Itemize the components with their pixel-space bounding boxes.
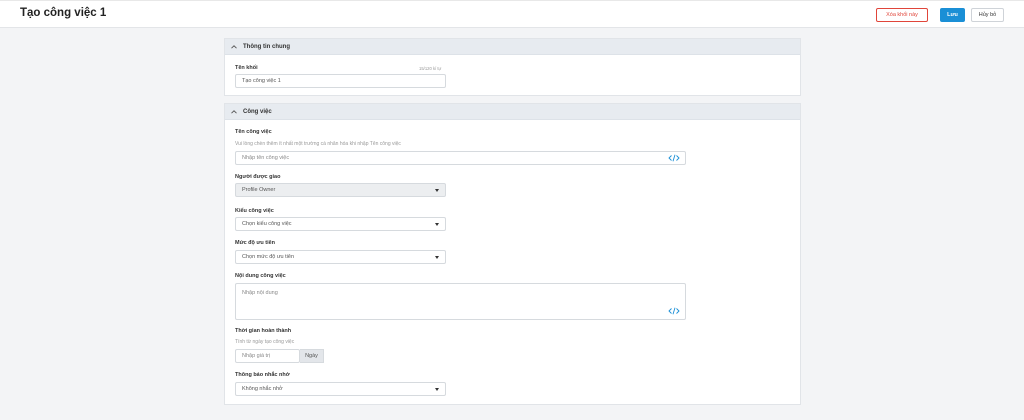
chevron-up-icon <box>231 109 237 114</box>
assignee-value: Profile Owner <box>242 187 276 193</box>
caret-down-icon <box>435 189 439 192</box>
task-name-hint: Vui lòng chèn thêm ít nhất một trường cá… <box>235 141 401 147</box>
delete-block-button[interactable]: Xóa khối này <box>876 8 928 22</box>
code-icon[interactable] <box>668 307 680 315</box>
content-placeholder: Nhập nội dung <box>242 290 278 296</box>
priority-select[interactable]: Chọn mức độ ưu tiên <box>235 250 446 264</box>
reminder-value: Không nhắc nhở <box>242 386 283 392</box>
caret-down-icon <box>435 256 439 259</box>
task-name-label: Tên công việc <box>235 129 272 135</box>
task-name-input[interactable]: Nhập tên công việc <box>235 151 686 165</box>
section-title: Công việc <box>243 108 272 115</box>
task-header[interactable]: Công việc <box>225 104 800 120</box>
deadline-unit: Ngày <box>300 349 324 363</box>
assignee-label: Người được giao <box>235 174 281 180</box>
task-panel: Công việc Tên công việc Vui lòng chèn th… <box>224 103 801 405</box>
priority-label: Mức độ ưu tiên <box>235 240 276 246</box>
chevron-up-icon <box>231 44 237 49</box>
code-icon[interactable] <box>668 154 680 162</box>
block-name-value: Tạo công việc 1 <box>242 78 281 84</box>
cancel-button[interactable]: Hủy bỏ <box>971 8 1004 22</box>
deadline-label: Thời gian hoàn thành <box>235 328 292 334</box>
general-info-panel: Thông tin chung Tên khối 15/120 kí tự Tạ… <box>224 38 801 96</box>
block-name-label: Tên khối <box>235 65 258 71</box>
reminder-select[interactable]: Không nhắc nhở <box>235 382 446 396</box>
caret-down-icon <box>435 223 439 226</box>
priority-placeholder: Chọn mức độ ưu tiên <box>242 254 295 260</box>
deadline-hint: Tính từ ngày tạo công việc <box>235 339 295 345</box>
reminder-label: Thông báo nhắc nhở <box>235 372 290 378</box>
general-info-header[interactable]: Thông tin chung <box>225 39 800 55</box>
task-name-placeholder: Nhập tên công việc <box>242 155 290 161</box>
content-label: Nội dung công việc <box>235 273 286 279</box>
top-bar: Tạo công việc 1 Xóa khối này Lưu Hủy bỏ <box>0 0 1024 28</box>
assignee-select[interactable]: Profile Owner <box>235 183 446 197</box>
deadline-placeholder: Nhập giá trị <box>242 353 271 359</box>
task-type-select[interactable]: Chọn kiểu công việc <box>235 217 446 231</box>
page-title: Tạo công việc 1 <box>20 7 107 19</box>
block-name-input[interactable]: Tạo công việc 1 <box>235 74 446 88</box>
task-type-label: Kiểu công việc <box>235 208 274 214</box>
section-title: Thông tin chung <box>243 43 290 50</box>
deadline-input[interactable]: Nhập giá trị <box>235 349 300 363</box>
content-textarea[interactable]: Nhập nội dung <box>235 283 686 320</box>
save-button[interactable]: Lưu <box>940 8 965 22</box>
task-type-placeholder: Chọn kiểu công việc <box>242 221 292 227</box>
caret-down-icon <box>435 388 439 391</box>
char-counter: 15/120 kí tự <box>419 66 442 71</box>
